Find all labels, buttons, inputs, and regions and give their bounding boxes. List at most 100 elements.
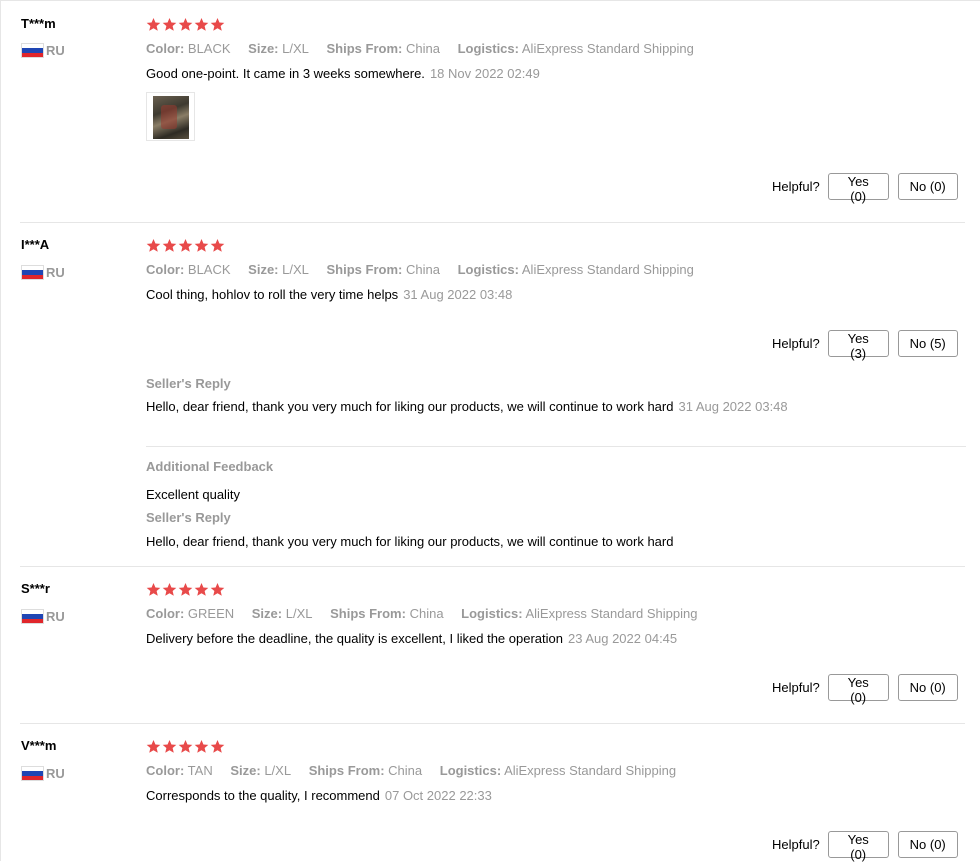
star-icon: [194, 17, 209, 31]
ships-from-label: Ships From:: [308, 763, 385, 778]
review-meta: Color: BLACK Size: L/XL Ships From: Chin…: [146, 41, 708, 56]
color-value: TAN: [187, 763, 213, 778]
star-icon: [146, 739, 161, 753]
star-rating: [146, 238, 225, 253]
star-icon: [210, 238, 225, 252]
logistics-value: AliExpress Standard Shipping: [521, 41, 694, 56]
helpful-label: Helpful?: [772, 680, 820, 695]
seller-reply-date: 31 Aug 2022 03:48: [678, 399, 788, 414]
color-label: Color:: [146, 606, 185, 621]
reviewer-country: RU: [21, 609, 65, 624]
logistics-value: AliExpress Standard Shipping: [525, 606, 698, 621]
helpful-label: Helpful?: [772, 837, 820, 852]
star-icon: [210, 17, 225, 31]
seller-reply-text: Hello, dear friend, thank you very much …: [146, 397, 796, 417]
star-icon: [194, 238, 209, 252]
helpful-label: Helpful?: [772, 179, 820, 194]
star-icon: [146, 582, 161, 596]
review-text: Delivery before the deadline, the qualit…: [146, 631, 677, 646]
review-body: Cool thing, hohlov to roll the very time…: [146, 287, 399, 302]
star-icon: [178, 17, 193, 31]
logistics-label: Logistics:: [439, 763, 502, 778]
star-icon: [146, 17, 161, 31]
size-label: Size:: [230, 763, 261, 778]
ships-from-value: China: [388, 763, 423, 778]
review-meta: Color: BLACK Size: L/XL Ships From: Chin…: [146, 262, 708, 277]
review-body: Delivery before the deadline, the qualit…: [146, 631, 563, 646]
reviewer-name: I***A: [21, 237, 50, 252]
review-text: Cool thing, hohlov to roll the very time…: [146, 287, 512, 302]
star-icon: [178, 739, 193, 753]
star-rating: [146, 17, 225, 32]
reviewer-name: T***m: [21, 16, 56, 31]
russia-flag-icon: [21, 766, 44, 781]
ships-from-label: Ships From:: [330, 606, 406, 621]
helpful-yes-button[interactable]: Yes (0): [827, 173, 889, 204]
helpful-yes-button[interactable]: Yes (0): [827, 831, 889, 862]
review-meta: Color: TAN Size: L/XL Ships From: China …: [146, 763, 690, 778]
seller-reply-title: Seller's Reply: [146, 376, 231, 391]
helpful-voting: Helpful? Yes (3) No (5): [772, 330, 958, 361]
helpful-label: Helpful?: [772, 336, 820, 351]
review-body: Good one-point. It came in 3 weeks somew…: [146, 66, 425, 81]
size-value: L/XL: [282, 41, 309, 56]
review-date: 31 Aug 2022 03:48: [403, 287, 513, 302]
helpful-no-button[interactable]: No (0): [897, 674, 958, 701]
helpful-no-button[interactable]: No (0): [897, 831, 958, 858]
helpful-yes-button[interactable]: Yes (3): [827, 330, 889, 361]
ships-from-value: China: [409, 606, 444, 621]
additional-feedback-title: Additional Feedback: [146, 459, 274, 474]
country-code: RU: [46, 265, 65, 280]
star-icon: [162, 17, 177, 31]
color-label: Color:: [146, 41, 185, 56]
star-icon: [162, 238, 177, 252]
reviewer-name: S***r: [21, 581, 50, 596]
logistics-label: Logistics:: [461, 606, 523, 621]
ships-from-label: Ships From:: [326, 41, 403, 56]
star-icon: [178, 238, 193, 252]
helpful-yes-button[interactable]: Yes (0): [827, 674, 889, 705]
star-icon: [194, 739, 209, 753]
helpful-voting: Helpful? Yes (0) No (0): [772, 173, 958, 204]
size-value: L/XL: [282, 262, 309, 277]
helpful-voting: Helpful? Yes (0) No (0): [772, 674, 958, 705]
size-value: L/XL: [264, 763, 292, 778]
color-label: Color:: [146, 262, 185, 277]
additional-seller-reply-text: Hello, dear friend, thank you very much …: [146, 534, 674, 549]
additional-seller-reply-title: Seller's Reply: [146, 510, 231, 525]
reviewer-country: RU: [21, 265, 65, 280]
ships-from-value: China: [405, 41, 440, 56]
review-date: 18 Nov 2022 02:49: [429, 66, 540, 81]
russia-flag-icon: [21, 609, 44, 624]
size-label: Size:: [251, 606, 283, 621]
russia-flag-icon: [21, 43, 44, 58]
star-rating: [146, 739, 225, 754]
reviewer-country: RU: [21, 43, 65, 58]
helpful-no-button[interactable]: No (5): [897, 330, 958, 357]
logistics-label: Logistics:: [457, 41, 519, 56]
review-item: T***m RU Color: BLACK Size: L/XL Ships F…: [0, 0, 980, 222]
helpful-voting: Helpful? Yes (0) No (0): [772, 831, 958, 862]
size-value: L/XL: [285, 606, 313, 621]
review-body: Corresponds to the quality, I recommend: [146, 788, 380, 803]
review-date: 23 Aug 2022 04:45: [567, 631, 678, 646]
logistics-value: AliExpress Standard Shipping: [521, 262, 694, 277]
review-item: V***m RU Color: TAN Size: L/XL Ships Fro…: [0, 723, 980, 862]
star-icon: [162, 582, 177, 596]
seller-reply-body: Hello, dear friend, thank you very much …: [146, 399, 674, 414]
star-icon: [194, 582, 209, 596]
star-icon: [210, 739, 225, 753]
color-label: Color:: [146, 763, 185, 778]
country-code: RU: [46, 43, 65, 58]
helpful-no-button[interactable]: No (0): [897, 173, 958, 200]
country-code: RU: [46, 766, 65, 781]
review-text: Corresponds to the quality, I recommend 0…: [146, 788, 492, 803]
review-date: 07 Oct 2022 22:33: [384, 788, 492, 803]
star-icon: [146, 238, 161, 252]
color-value: BLACK: [187, 262, 231, 277]
review-text: Good one-point. It came in 3 weeks somew…: [146, 66, 540, 81]
logistics-label: Logistics:: [457, 262, 519, 277]
review-photo-thumbnail[interactable]: [146, 92, 195, 141]
additional-feedback-text: Excellent quality: [146, 487, 240, 502]
country-code: RU: [46, 609, 65, 624]
